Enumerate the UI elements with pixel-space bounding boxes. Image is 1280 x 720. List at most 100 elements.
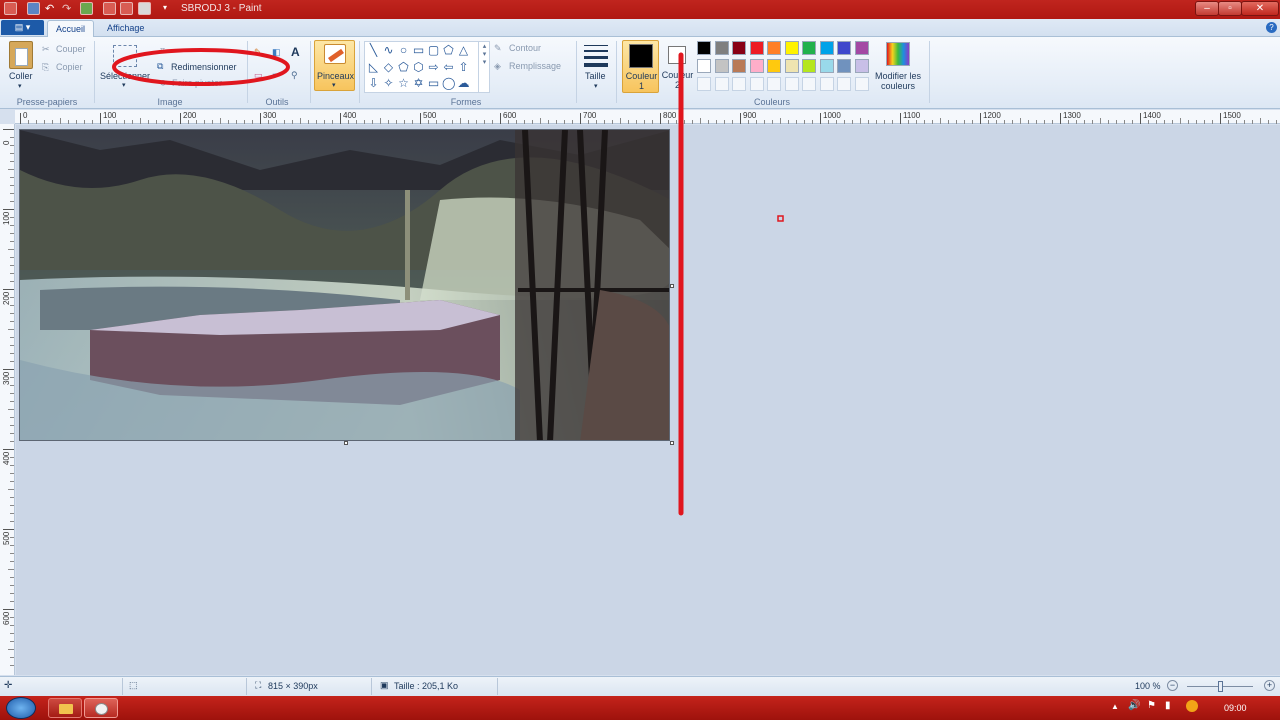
resize-handle-bottom[interactable] bbox=[344, 441, 348, 445]
taskbar-explorer[interactable] bbox=[48, 698, 82, 718]
custom-color-slot[interactable] bbox=[697, 77, 711, 91]
color2-button[interactable]: Couleur 2 bbox=[660, 40, 695, 93]
taskbar-paint[interactable] bbox=[84, 698, 118, 718]
select-icon[interactable] bbox=[113, 45, 137, 67]
custom-color-slot[interactable] bbox=[714, 77, 729, 91]
rectangle-shape-icon[interactable]: ▭ bbox=[412, 44, 425, 57]
select-button[interactable]: Sélectionner bbox=[100, 71, 150, 81]
close-button[interactable]: ✕ bbox=[1241, 1, 1279, 16]
custom-color-slot[interactable] bbox=[732, 77, 746, 91]
curve-shape-icon[interactable]: ∿ bbox=[382, 44, 395, 57]
clock[interactable]: 09:00 bbox=[1224, 703, 1247, 713]
fill-icon[interactable]: ◧ bbox=[272, 47, 281, 58]
color-picker-icon[interactable]: ✒ bbox=[272, 70, 280, 81]
diamond-shape-icon[interactable]: ◇ bbox=[382, 61, 395, 74]
left-arrow-shape-icon[interactable]: ⇦ bbox=[442, 61, 455, 74]
color-swatch[interactable] bbox=[714, 59, 729, 73]
custom-color-slot[interactable] bbox=[854, 77, 869, 91]
color-swatch[interactable] bbox=[819, 59, 834, 73]
callout-rect-shape-icon[interactable]: ▭ bbox=[427, 77, 440, 90]
shapes-scroll[interactable]: ▴ ▾ ▾ bbox=[478, 42, 490, 93]
color-swatch[interactable] bbox=[802, 41, 816, 55]
shapes-gallery[interactable]: ╲ ∿ ○ ▭ ▢ ⬠ △ ◺ ◇ ⬠ ⬡ ⇨ ⇦ ⇧ ⇩ ✧ ☆ ✡ ▭ ◯ … bbox=[364, 41, 490, 93]
color-swatch[interactable] bbox=[697, 59, 711, 73]
custom-color-slot[interactable] bbox=[837, 77, 851, 91]
color-swatch[interactable] bbox=[819, 41, 834, 55]
crop-icon[interactable] bbox=[120, 2, 133, 15]
network-icon[interactable]: ▮ bbox=[1165, 700, 1171, 711]
color-swatch[interactable] bbox=[767, 59, 781, 73]
color-swatch[interactable] bbox=[837, 59, 851, 73]
zoom-out-icon[interactable]: − bbox=[1167, 680, 1178, 691]
color1-button[interactable]: Couleur 1 bbox=[622, 40, 659, 93]
help-icon[interactable]: ? bbox=[1266, 22, 1277, 33]
volume-icon[interactable]: 🔊 bbox=[1128, 700, 1140, 711]
text-tool-icon[interactable]: A bbox=[291, 45, 300, 59]
start-button[interactable] bbox=[6, 697, 36, 719]
cloud-shape-icon[interactable]: ☁ bbox=[457, 77, 470, 90]
color-swatch[interactable] bbox=[837, 41, 851, 55]
paste-dropdown-icon[interactable]: ▾ bbox=[18, 82, 22, 90]
zoom-slider-thumb[interactable] bbox=[1218, 681, 1223, 692]
copy-button[interactable]: Copier bbox=[56, 62, 83, 72]
right-triangle-shape-icon[interactable]: ◺ bbox=[367, 61, 380, 74]
zoom-in-icon[interactable]: + bbox=[1264, 680, 1275, 691]
paste-button[interactable]: Coller bbox=[9, 71, 33, 81]
four-point-star-shape-icon[interactable]: ✧ bbox=[382, 77, 395, 90]
tab-accueil[interactable]: Accueil bbox=[47, 20, 95, 38]
color-swatch[interactable] bbox=[767, 41, 781, 55]
color-swatch[interactable] bbox=[732, 59, 746, 73]
rounded-rectangle-shape-icon[interactable]: ▢ bbox=[427, 44, 440, 57]
new-icon[interactable] bbox=[80, 2, 93, 15]
hexagon-shape-icon[interactable]: ⬡ bbox=[412, 61, 425, 74]
minimize-button[interactable]: – bbox=[1195, 1, 1219, 16]
color-swatch[interactable] bbox=[749, 59, 764, 73]
crop-button-icon[interactable]: ⌗ bbox=[160, 45, 165, 56]
edit-colors-button[interactable]: Modifier les couleurs bbox=[870, 71, 926, 91]
canvas-image[interactable] bbox=[19, 129, 670, 441]
save-icon[interactable] bbox=[27, 2, 40, 15]
redo-icon[interactable]: ↷ bbox=[62, 2, 71, 15]
color-swatch[interactable] bbox=[854, 59, 869, 73]
color-swatch[interactable] bbox=[732, 41, 746, 55]
oval-shape-icon[interactable]: ○ bbox=[397, 44, 410, 57]
undo-icon[interactable]: ↶ bbox=[45, 2, 54, 15]
right-arrow-shape-icon[interactable]: ⇨ bbox=[427, 61, 440, 74]
color-swatch[interactable] bbox=[854, 41, 869, 55]
color-swatch[interactable] bbox=[784, 41, 799, 55]
action-center-flag-icon[interactable]: ⚑ bbox=[1147, 700, 1156, 711]
five-point-star-shape-icon[interactable]: ☆ bbox=[397, 77, 410, 90]
line-shape-icon[interactable]: ╲ bbox=[367, 44, 380, 57]
magnifier-icon[interactable]: ⚲ bbox=[291, 70, 298, 81]
up-arrow-shape-icon[interactable]: ⇧ bbox=[457, 61, 470, 74]
polygon-shape-icon[interactable]: ⬠ bbox=[442, 44, 455, 57]
triangle-shape-icon[interactable]: △ bbox=[457, 44, 470, 57]
tray-expand-icon[interactable]: ▲ bbox=[1111, 702, 1119, 711]
customize-qat-icon[interactable]: ▾ bbox=[163, 3, 167, 12]
custom-color-slot[interactable] bbox=[802, 77, 816, 91]
rotate-button[interactable]: Faire pivoter bbox=[172, 78, 222, 88]
color-swatch[interactable] bbox=[802, 59, 816, 73]
six-point-star-shape-icon[interactable]: ✡ bbox=[412, 77, 425, 90]
select-all-icon[interactable] bbox=[103, 2, 116, 15]
color-swatch[interactable] bbox=[749, 41, 764, 55]
eraser-icon[interactable]: ▭ bbox=[254, 70, 263, 81]
maximize-button[interactable]: ▫ bbox=[1218, 1, 1242, 16]
outline-button[interactable]: Contour bbox=[509, 43, 541, 53]
tray-app-icon[interactable] bbox=[1186, 700, 1198, 712]
print-icon[interactable] bbox=[138, 2, 151, 15]
color-swatch[interactable] bbox=[697, 41, 711, 55]
custom-color-slot[interactable] bbox=[749, 77, 764, 91]
size-button[interactable]: Taille ▾ bbox=[582, 41, 610, 95]
brushes-button[interactable]: Pinceaux ▾ bbox=[314, 40, 355, 91]
color-swatch[interactable] bbox=[784, 59, 799, 73]
pentagon-shape-icon[interactable]: ⬠ bbox=[397, 61, 410, 74]
pencil-icon[interactable]: ✎ bbox=[254, 47, 262, 58]
paint-app-icon[interactable] bbox=[4, 2, 17, 15]
down-arrow-shape-icon[interactable]: ⇩ bbox=[367, 77, 380, 90]
resize-handle-right[interactable] bbox=[670, 284, 674, 288]
fill-button[interactable]: Remplissage bbox=[509, 61, 561, 71]
custom-color-slot[interactable] bbox=[784, 77, 799, 91]
color-swatch[interactable] bbox=[714, 41, 729, 55]
select-dropdown-icon[interactable]: ▾ bbox=[122, 81, 126, 89]
